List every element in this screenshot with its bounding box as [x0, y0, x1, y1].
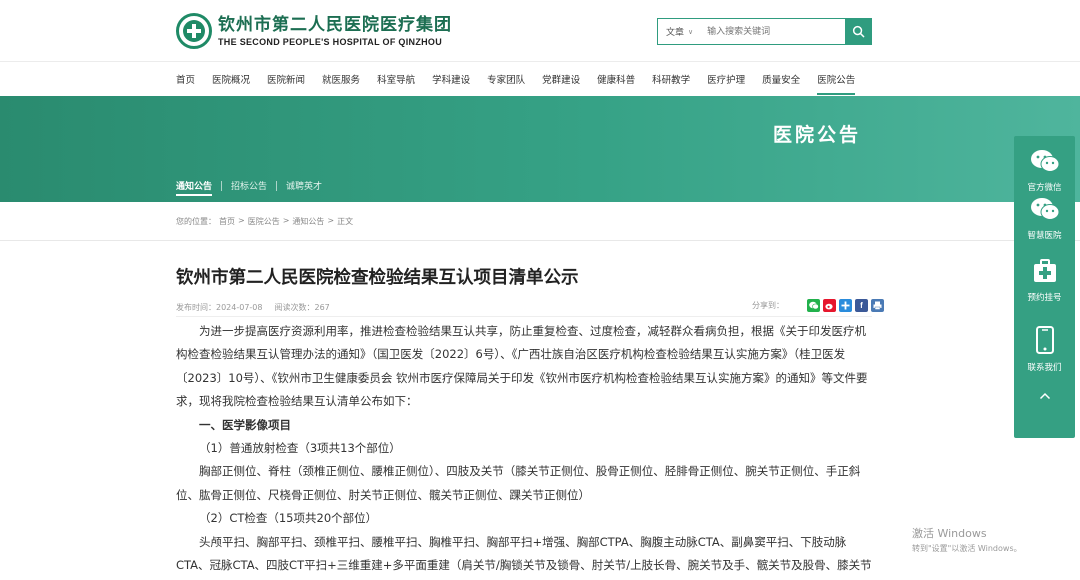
facebook-share-icon[interactable]: f [855, 299, 868, 312]
float-item-label: 官方微信 [1027, 183, 1062, 193]
site-header: 钦州市第二人民医院医疗集团 THE SECOND PEOPLE'S HOSPIT… [0, 0, 1080, 62]
watermark-line2: 转到"设置"以激活 Windows。 [912, 544, 1022, 553]
xray-items-paragraph: 胸部正侧位、脊柱（颈椎正侧位、腰椎正侧位）、四肢及关节（膝关节正侧位、股骨正侧位… [176, 464, 861, 502]
float-item-label: 预约挂号 [1027, 293, 1062, 303]
tab-notices[interactable]: 通知公告 [176, 179, 213, 196]
nav-item-news[interactable]: 医院新闻 [267, 72, 305, 86]
nav-item-health[interactable]: 健康科普 [597, 72, 635, 86]
banner-title: 医院公告 [773, 124, 862, 146]
chevron-up-icon [1039, 392, 1050, 400]
breadcrumb-item-notices[interactable]: 通知公告 [292, 216, 324, 227]
float-item-official-wechat[interactable]: 官方微信 [1014, 148, 1075, 193]
wechat-icon [1030, 198, 1059, 220]
hospital-emblem-icon [176, 13, 212, 49]
section-banner: 医院公告 通知公告 招标公告 诚聘英才 [0, 96, 1080, 202]
section-heading-imaging: 一、医学影像项目 [199, 417, 291, 432]
article-body: 为进一步提高医疗资源利用率，推进检查检验结果互认共享，防止重复检查、过度检查，减… [176, 320, 874, 580]
nav-item-home[interactable]: 首页 [176, 72, 195, 86]
breadcrumb-separator: > [282, 216, 290, 225]
ct-items-paragraph: 头颅平扫、胸部平扫、颈椎平扫、腰椎平扫、胸椎平扫、胸部平扫+增强、胸部CTPA、… [176, 534, 872, 573]
breadcrumb-item-current: 正文 [337, 217, 354, 226]
search-input[interactable] [699, 19, 830, 44]
breadcrumb: 您的位置： 首页 > 医院公告 > 通知公告 > 正文 [176, 216, 353, 227]
search-type-label: 文章 [666, 28, 685, 38]
article-intro-paragraph: 为进一步提高医疗资源利用率，推进检查检验结果互认共享，防止重复检查、过度检查，减… [176, 324, 868, 409]
meta-divider [176, 316, 872, 317]
floating-service-panel: 官方微信 智慧医院 预约挂号 联系我们 [1014, 136, 1075, 438]
tab-recruitment[interactable]: 诚聘英才 [286, 179, 322, 192]
nav-item-research[interactable]: 科研教学 [652, 72, 690, 86]
breadcrumb-divider [0, 240, 1080, 241]
print-share-icon[interactable] [871, 299, 884, 312]
phone-icon [1035, 326, 1054, 354]
breadcrumb-separator: > [238, 216, 245, 225]
article-title: 钦州市第二人民医院检查检验结果互认项目清单公示 [176, 268, 579, 288]
back-to-top-button[interactable] [1014, 392, 1075, 403]
share-bar: 分享到： f [752, 299, 884, 312]
breadcrumb-item-home[interactable]: 首页 [219, 216, 235, 227]
search-box: 文章 ∨ [657, 18, 872, 45]
nav-item-discipline[interactable]: 学科建设 [432, 72, 470, 86]
weibo-share-icon[interactable] [823, 299, 836, 312]
tab-tenders[interactable]: 招标公告 [231, 179, 267, 192]
nav-item-services[interactable]: 就医服务 [322, 72, 360, 86]
breadcrumb-separator: > [327, 216, 335, 225]
article-meta: 发布时间：2024-07-08 阅读次数：267 [176, 302, 330, 313]
wechat-share-icon[interactable] [807, 299, 820, 312]
float-item-smart-hospital[interactable]: 智慧医院 [1014, 196, 1075, 241]
plus-share-icon[interactable] [839, 299, 852, 312]
breadcrumb-item-announcements[interactable]: 医院公告 [248, 216, 280, 227]
float-item-appointment[interactable]: 预约挂号 [1014, 258, 1075, 303]
windows-activation-watermark: 激活 Windows 转到"设置"以激活 Windows。 [912, 525, 1022, 554]
logo-cn-text: 钦州市第二人民医院医疗集团 [218, 15, 452, 35]
medical-kit-icon [1033, 259, 1056, 282]
share-label: 分享到： [752, 301, 784, 310]
chevron-down-icon: ∨ [688, 27, 694, 36]
tab-divider [221, 180, 223, 191]
float-item-label: 智慧医院 [1027, 231, 1062, 241]
view-count: 阅读次数：267 [274, 303, 330, 312]
tab-divider [276, 180, 278, 191]
nav-item-party[interactable]: 党群建设 [542, 72, 580, 86]
float-item-label: 联系我们 [1027, 363, 1062, 373]
logo-en-text: THE SECOND PEOPLE'S HOSPITAL OF QINZHOU [218, 37, 443, 47]
subsection-heading-xray: （1）普通放射检查（3项共13个部位） [199, 441, 401, 456]
watermark-line1: 激活 Windows [912, 527, 987, 540]
breadcrumb-prefix: 您的位置： [176, 217, 216, 226]
sub-tabs: 通知公告 招标公告 诚聘英才 [176, 179, 322, 196]
nav-item-departments[interactable]: 科室导航 [377, 72, 415, 86]
search-type-select[interactable]: 文章 ∨ [658, 19, 699, 44]
subsection-heading-ct: （2）CT检查（15项共20个部位） [199, 511, 378, 526]
nav-item-announcements[interactable]: 医院公告 [817, 72, 856, 95]
nav-item-overview[interactable]: 医院概况 [212, 72, 250, 86]
wechat-icon [1030, 150, 1059, 172]
search-icon [852, 25, 865, 38]
publish-time: 发布时间：2024-07-08 [176, 303, 263, 312]
nav-item-experts[interactable]: 专家团队 [487, 72, 525, 86]
hospital-logo[interactable]: 钦州市第二人民医院医疗集团 THE SECOND PEOPLE'S HOSPIT… [176, 13, 452, 49]
main-nav: 首页 医院概况 医院新闻 就医服务 科室导航 学科建设 专家团队 党群建设 健康… [0, 62, 1080, 95]
search-button[interactable] [845, 18, 872, 45]
nav-item-nursing[interactable]: 医疗护理 [707, 72, 745, 86]
float-item-contact[interactable]: 联系我们 [1014, 326, 1075, 373]
nav-item-quality[interactable]: 质量安全 [762, 72, 800, 86]
